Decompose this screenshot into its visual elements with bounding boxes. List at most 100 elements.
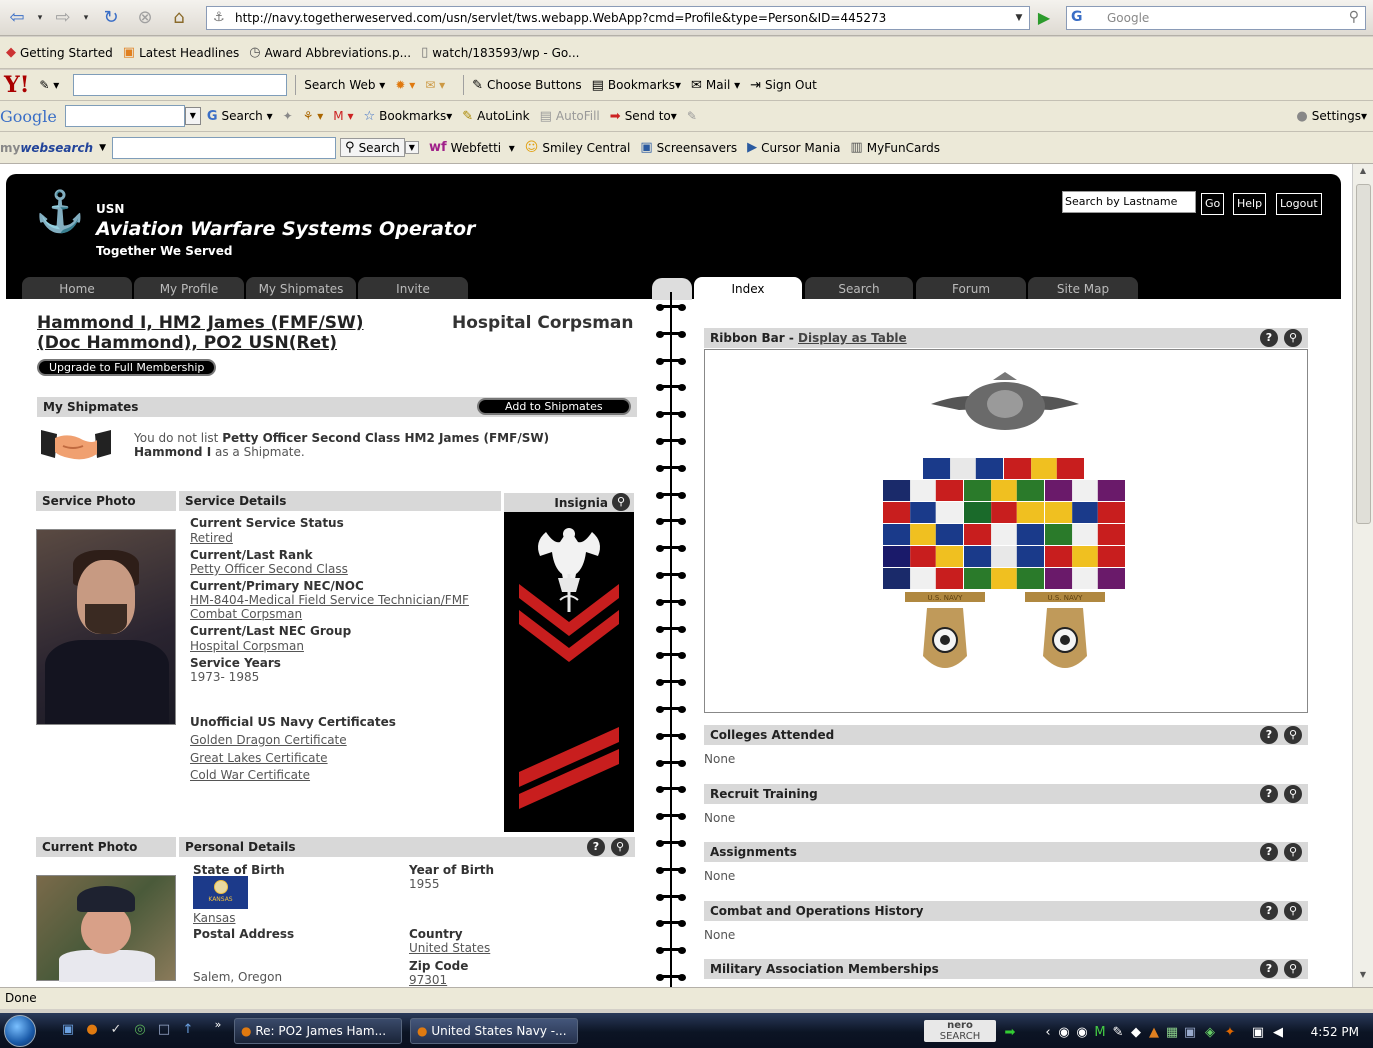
current-photo[interactable] xyxy=(36,875,176,982)
certificate-great-lakes[interactable]: Great Lakes Certificate xyxy=(190,751,328,765)
pagerank-icon[interactable]: ⚘ ▾ xyxy=(303,109,324,123)
clock[interactable]: 4:52 PM xyxy=(1311,1025,1359,1039)
yahoo-search-web-button[interactable]: Search Web ▾ xyxy=(304,78,385,92)
nec-value-1[interactable]: HM-8404-Medical Field Service Technician… xyxy=(190,593,469,607)
help-icon[interactable]: ? xyxy=(1260,329,1278,347)
tray-icon-bird[interactable]: ▲ xyxy=(1146,1025,1162,1041)
lastname-search-input[interactable]: Search by Lastname xyxy=(1062,191,1196,213)
service-photo[interactable] xyxy=(36,529,176,725)
tab-forum[interactable]: Forum xyxy=(916,277,1026,299)
popup-blocker-icon[interactable]: ✦ xyxy=(283,109,293,123)
yahoo-search-input[interactable] xyxy=(73,74,288,96)
navy-anchor-logo[interactable]: ⚓ xyxy=(32,192,88,262)
zoom-icon[interactable]: ⚲ xyxy=(1284,960,1302,978)
url-dropdown-icon[interactable]: ▼ xyxy=(1011,9,1027,27)
help-icon[interactable]: ? xyxy=(1260,784,1278,803)
bookmark-latest-headlines[interactable]: ▣ Latest Headlines xyxy=(123,45,239,60)
google-toolbar-input[interactable] xyxy=(64,105,185,127)
tray-icon-gmail[interactable]: M xyxy=(1092,1025,1108,1041)
choose-buttons-button[interactable]: ✎ Choose Buttons xyxy=(472,78,581,93)
tray-icon-diamond[interactable]: ◆ xyxy=(1128,1025,1144,1041)
state-of-birth-value[interactable]: Kansas xyxy=(193,911,235,925)
settings-button[interactable]: ● Settings ▾ xyxy=(1296,109,1367,124)
websearch-menu-dropdown-icon[interactable]: ▼ xyxy=(99,143,106,153)
google-search-button[interactable]: G Search ▾ xyxy=(207,109,273,124)
pencil-icon[interactable]: ✎ ▾ xyxy=(39,78,59,92)
tab-my-shipmates[interactable]: My Shipmates xyxy=(246,277,356,299)
url-input[interactable]: ⚓ http://navy.togetherweserved.com/usn/s… xyxy=(206,6,1030,30)
go-button[interactable]: Go xyxy=(1201,193,1225,215)
stop-icon[interactable]: ⊗ xyxy=(130,5,160,31)
rank-value[interactable]: Petty Officer Second Class xyxy=(190,562,348,576)
back-dropdown[interactable]: ▾ xyxy=(34,5,46,31)
zoom-icon[interactable]: ⚲ xyxy=(1284,784,1302,803)
websearch-search-button[interactable]: ⚲ Search xyxy=(340,138,405,157)
sign-out-button[interactable]: ⇥ Sign Out xyxy=(750,78,817,93)
tray-icon-monitor[interactable]: ▣ xyxy=(1182,1025,1198,1041)
bookmark-watch[interactable]: ▯ watch/183593/wp - Go... xyxy=(421,45,579,60)
websearch-input[interactable] xyxy=(112,136,337,159)
tray-icon-network[interactable]: ▦ xyxy=(1164,1025,1180,1041)
search-icon[interactable]: ⚲ xyxy=(1349,9,1359,25)
forward-dropdown[interactable]: ▾ xyxy=(80,5,92,31)
start-button[interactable] xyxy=(4,1015,36,1047)
gmail-icon[interactable]: M ▾ xyxy=(333,109,353,123)
tab-my-profile[interactable]: My Profile xyxy=(134,277,244,299)
home-icon[interactable]: ⌂ xyxy=(164,5,194,31)
tab-search[interactable]: Search xyxy=(805,277,913,299)
country-value[interactable]: United States xyxy=(409,941,490,955)
tab-site-map[interactable]: Site Map xyxy=(1028,277,1138,299)
check-icon[interactable]: ✓ xyxy=(108,1022,124,1038)
scrollbar-thumb[interactable] xyxy=(1356,184,1371,524)
websearch-logo[interactable]: mywebsearch xyxy=(0,141,93,155)
sun-icon[interactable]: ✹ ▾ xyxy=(395,78,415,92)
yahoo-bookmarks-button[interactable]: ▤ Bookmarks ▾ xyxy=(592,78,681,93)
zoom-icon[interactable]: ⚲ xyxy=(1284,329,1302,347)
help-icon[interactable]: ? xyxy=(587,838,605,856)
upgrade-membership-button[interactable]: Upgrade to Full Membership xyxy=(37,359,217,376)
zip-code-value[interactable]: 97301 xyxy=(409,973,447,987)
profile-name[interactable]: Hammond I, HM2 James (FMF/SW) (Doc Hammo… xyxy=(37,313,417,353)
window-icon[interactable]: □ xyxy=(156,1022,172,1038)
google-bookmarks-button[interactable]: ☆ Bookmarks ▾ xyxy=(364,109,453,124)
dropdown-icon[interactable]: ▼ xyxy=(184,107,201,125)
tray-icon-shield[interactable]: ◈ xyxy=(1202,1025,1218,1041)
certificate-cold-war[interactable]: Cold War Certificate xyxy=(190,768,310,782)
go-icon[interactable]: ➡ xyxy=(1002,1025,1018,1041)
tray-icon-pen[interactable]: ✎ xyxy=(1110,1025,1126,1041)
help-icon[interactable]: ? xyxy=(1260,726,1278,744)
volume-icon[interactable]: ◀ xyxy=(1270,1025,1286,1041)
bookmark-award-abbreviations[interactable]: ◷ Award Abbreviations.p... xyxy=(249,45,411,60)
cursor-mania-button[interactable]: ▶ Cursor Mania xyxy=(747,140,840,155)
zoom-icon[interactable]: ⚲ xyxy=(612,493,630,511)
display-as-table-link[interactable]: Display as Table xyxy=(798,331,907,345)
show-desktop-icon[interactable]: ▣ xyxy=(60,1022,76,1038)
zoom-icon[interactable]: ⚲ xyxy=(611,838,629,856)
help-icon[interactable]: ? xyxy=(1260,960,1278,978)
forward-button[interactable]: ⇨ xyxy=(50,5,76,31)
tray-icon-1[interactable]: ◉ xyxy=(1056,1025,1072,1041)
back-button[interactable]: ⇦ xyxy=(4,5,30,31)
reload-icon[interactable]: ↻ xyxy=(96,5,126,31)
websearch-search-dropdown[interactable]: ▼ xyxy=(404,141,419,154)
smiley-central-button[interactable]: ☺ Smiley Central xyxy=(525,140,631,155)
network-icon[interactable]: ▣ xyxy=(1250,1025,1266,1041)
mail-alert-icon[interactable]: ✉ ▾ xyxy=(425,78,445,92)
help-icon[interactable]: ? xyxy=(1260,843,1278,861)
taskbar-item-united-states-navy[interactable]: ● United States Navy -... xyxy=(410,1018,578,1044)
screensavers-button[interactable]: ▣ Screensavers xyxy=(640,140,737,155)
highlighter-icon[interactable]: ✎ xyxy=(687,109,697,123)
globe-icon[interactable]: ◎ xyxy=(132,1022,148,1038)
go-arrow-icon[interactable]: ▶ xyxy=(1034,8,1054,28)
certificate-golden-dragon[interactable]: Golden Dragon Certificate xyxy=(190,733,347,747)
tray-icon-2[interactable]: ◉ xyxy=(1074,1025,1090,1041)
myfuncards-button[interactable]: ▥ MyFunCards xyxy=(850,140,940,155)
logout-button[interactable]: Logout xyxy=(1276,193,1322,215)
scroll-up-icon[interactable]: ▲ xyxy=(1353,166,1373,182)
tray-icon-security[interactable]: ✦ xyxy=(1222,1025,1238,1041)
zoom-icon[interactable]: ⚲ xyxy=(1284,901,1302,920)
webfetti-button[interactable]: wf Webfetti ▾ xyxy=(429,140,515,155)
up-arrow-icon[interactable]: ↑ xyxy=(180,1022,196,1038)
nec-group-value[interactable]: Hospital Corpsman xyxy=(190,639,304,653)
add-to-shipmates-button[interactable]: Add to Shipmates xyxy=(477,398,631,415)
